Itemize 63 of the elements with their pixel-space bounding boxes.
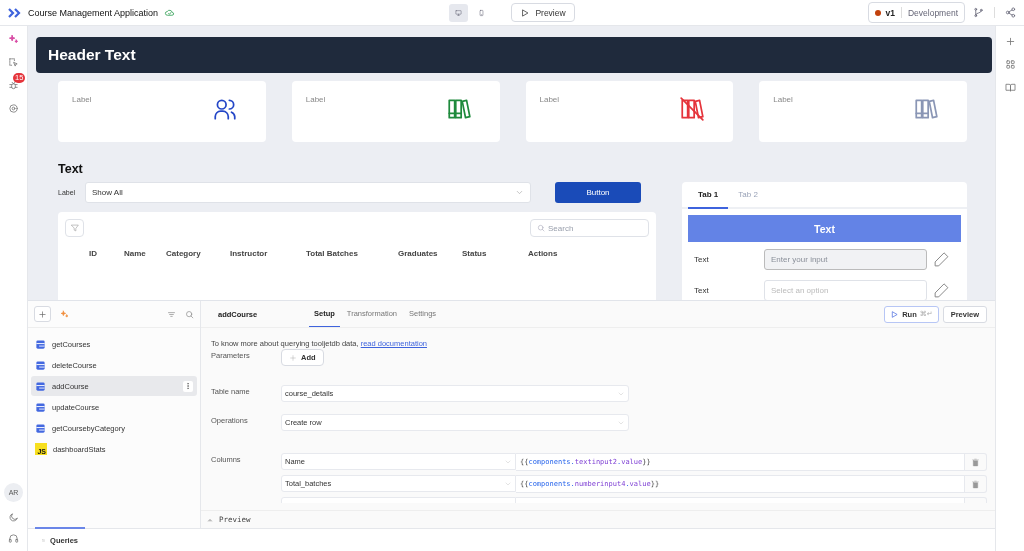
components-icon[interactable] — [1004, 59, 1016, 70]
app-title: Course Management Application — [28, 7, 159, 18]
headset-icon[interactable] — [8, 533, 19, 544]
trash-icon — [971, 457, 980, 467]
card-label: Label — [72, 95, 92, 106]
pencil-icon — [933, 250, 950, 268]
kebab-icon — [184, 382, 192, 390]
category-dropdown[interactable]: Show All — [85, 182, 531, 203]
plus-icon[interactable] — [1004, 36, 1016, 47]
play-icon — [520, 7, 531, 18]
chevron-down-icon — [515, 188, 524, 197]
book-icon[interactable] — [1004, 82, 1016, 93]
column-header: Actions — [528, 249, 559, 258]
share-icon — [1005, 7, 1016, 18]
column-header: Graduates — [398, 249, 439, 258]
plus-icon — [38, 309, 47, 319]
inspect-icon[interactable] — [8, 57, 19, 68]
preview-button[interactable]: Preview — [511, 3, 575, 22]
filter-button[interactable] — [65, 219, 84, 237]
settings-icon[interactable] — [8, 103, 19, 114]
database-icon — [35, 401, 46, 413]
sparkle-icon[interactable] — [60, 309, 69, 319]
card-label: Label — [305, 95, 326, 106]
desktop-view-button[interactable] — [449, 3, 469, 22]
column-header: Status — [462, 249, 488, 258]
sparkle-icon[interactable] — [8, 34, 19, 45]
pencil-icon — [933, 281, 950, 299]
branch-icon — [973, 7, 984, 18]
caret-up-icon — [207, 516, 213, 523]
delete-button[interactable] — [965, 475, 987, 493]
add-query-button[interactable] — [34, 306, 51, 322]
column-header: Total Batches — [306, 249, 359, 258]
field-label: Text — [694, 254, 710, 264]
database-icon — [35, 338, 46, 350]
column-header: ID — [89, 249, 98, 258]
search-icon — [537, 224, 545, 232]
column-header: Name — [124, 249, 147, 258]
plus-icon — [289, 353, 297, 362]
section-heading: Text — [58, 162, 84, 176]
play-icon — [890, 309, 900, 319]
action-button[interactable]: Button — [555, 182, 641, 203]
text-input[interactable]: Enter your input — [764, 248, 927, 270]
database-icon — [35, 359, 46, 371]
delete-button[interactable] — [965, 453, 987, 471]
bug-icon[interactable] — [8, 80, 19, 91]
filter-icon[interactable] — [167, 309, 176, 319]
cloud-icon — [164, 7, 176, 18]
environment-selector[interactable]: v1 Development — [868, 2, 965, 23]
banner-text: Text — [814, 222, 835, 235]
card-label: Label — [773, 95, 793, 106]
logo-icon[interactable] — [8, 7, 22, 18]
search-icon[interactable] — [185, 309, 194, 319]
card-label: Label — [539, 95, 560, 106]
trash-icon — [971, 479, 980, 489]
field-label: Text — [694, 285, 710, 295]
header-title: Header Text — [48, 46, 136, 64]
database-icon — [35, 422, 46, 434]
column-header: Category — [166, 249, 202, 258]
column-header: Instructor — [230, 249, 269, 258]
filter-icon — [69, 223, 80, 233]
moon-icon[interactable] — [8, 512, 19, 523]
database-icon — [35, 380, 46, 392]
tab[interactable]: Tab 1 — [688, 182, 729, 209]
